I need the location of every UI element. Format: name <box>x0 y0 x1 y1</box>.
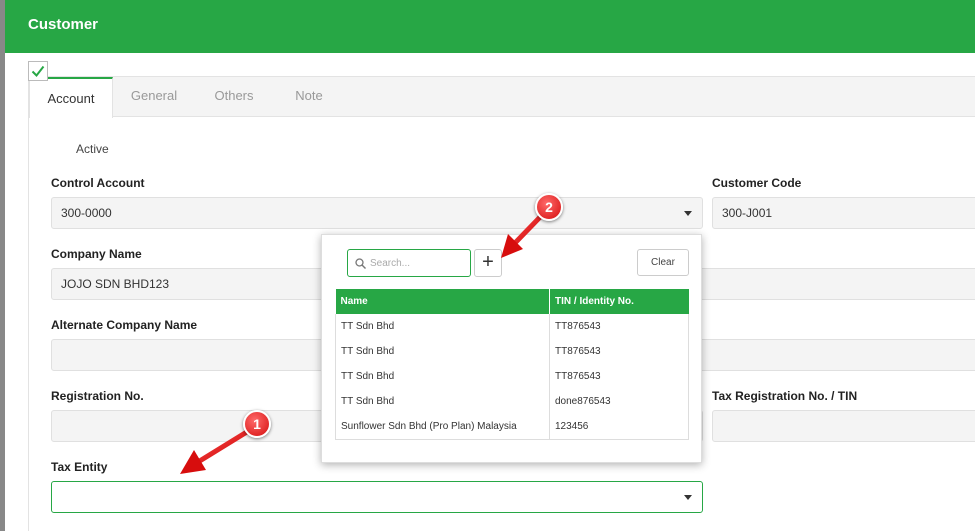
cell-tin: 123456 <box>549 414 689 440</box>
control-account-label: Control Account <box>51 176 145 190</box>
annotation-marker-2: 2 <box>535 193 563 221</box>
tax-entity-select[interactable] <box>51 481 703 513</box>
tax-entity-label: Tax Entity <box>51 460 108 474</box>
tab-general[interactable]: General <box>117 77 191 117</box>
table-row[interactable]: TT Sdn Bhd done876543 <box>335 389 689 414</box>
cell-tin: TT876543 <box>549 339 689 364</box>
customer-code-label: Customer Code <box>712 176 802 190</box>
tab-others[interactable]: Others <box>199 77 269 117</box>
cell-name: TT Sdn Bhd <box>335 339 550 364</box>
table-row[interactable]: Sunflower Sdn Bhd (Pro Plan) Malaysia 12… <box>335 414 689 440</box>
tab-account[interactable]: Account <box>29 77 113 118</box>
customer-code-input[interactable]: 300-J001 <box>712 197 975 229</box>
customer-code-value: 300-J001 <box>722 206 773 220</box>
column-header-name[interactable]: Name <box>335 289 550 314</box>
chevron-down-icon <box>684 211 692 216</box>
add-entity-button[interactable]: + <box>474 249 502 277</box>
active-checkbox[interactable] <box>28 61 48 81</box>
cell-name: TT Sdn Bhd <box>335 364 550 389</box>
column-header-tin[interactable]: TIN / Identity No. <box>549 289 689 314</box>
entity-table: Name TIN / Identity No. TT Sdn Bhd TT876… <box>335 289 689 440</box>
cell-name: TT Sdn Bhd <box>335 389 550 414</box>
table-row[interactable]: TT Sdn Bhd TT876543 <box>335 364 689 389</box>
annotation-marker-1: 1 <box>243 410 271 438</box>
search-box[interactable] <box>347 249 471 277</box>
search-icon <box>355 258 366 269</box>
company-name-label: Company Name <box>51 247 142 261</box>
tab-note[interactable]: Note <box>279 77 339 117</box>
control-account-value: 300-0000 <box>61 206 112 220</box>
control-account-select[interactable]: 300-0000 <box>51 197 703 229</box>
cell-name: TT Sdn Bhd <box>335 314 550 339</box>
cell-tin: done876543 <box>549 389 689 414</box>
chevron-down-icon <box>684 495 692 500</box>
tab-bar: Account General Others Note <box>29 77 975 118</box>
cell-tin: TT876543 <box>549 314 689 339</box>
tax-registration-label: Tax Registration No. / TIN <box>712 389 858 403</box>
table-row[interactable]: TT Sdn Bhd TT876543 <box>335 314 689 339</box>
cell-tin: TT876543 <box>549 364 689 389</box>
page-title: Customer <box>28 16 99 33</box>
search-input[interactable] <box>370 254 466 272</box>
tax-registration-input[interactable] <box>712 410 975 442</box>
company-name-value: JOJO SDN BHD123 <box>61 277 170 291</box>
clear-button[interactable]: Clear <box>637 249 689 276</box>
checkmark-icon <box>31 65 45 78</box>
cell-name: Sunflower Sdn Bhd (Pro Plan) Malaysia <box>335 414 550 440</box>
table-row[interactable]: TT Sdn Bhd TT876543 <box>335 339 689 364</box>
tax-entity-dropdown: + Clear Name TIN / Identity No. TT Sdn B… <box>321 234 702 463</box>
alt-company-name-label: Alternate Company Name <box>51 318 198 332</box>
registration-label: Registration No. <box>51 389 144 403</box>
active-label: Active <box>76 142 109 156</box>
window-header: Customer <box>5 0 975 53</box>
